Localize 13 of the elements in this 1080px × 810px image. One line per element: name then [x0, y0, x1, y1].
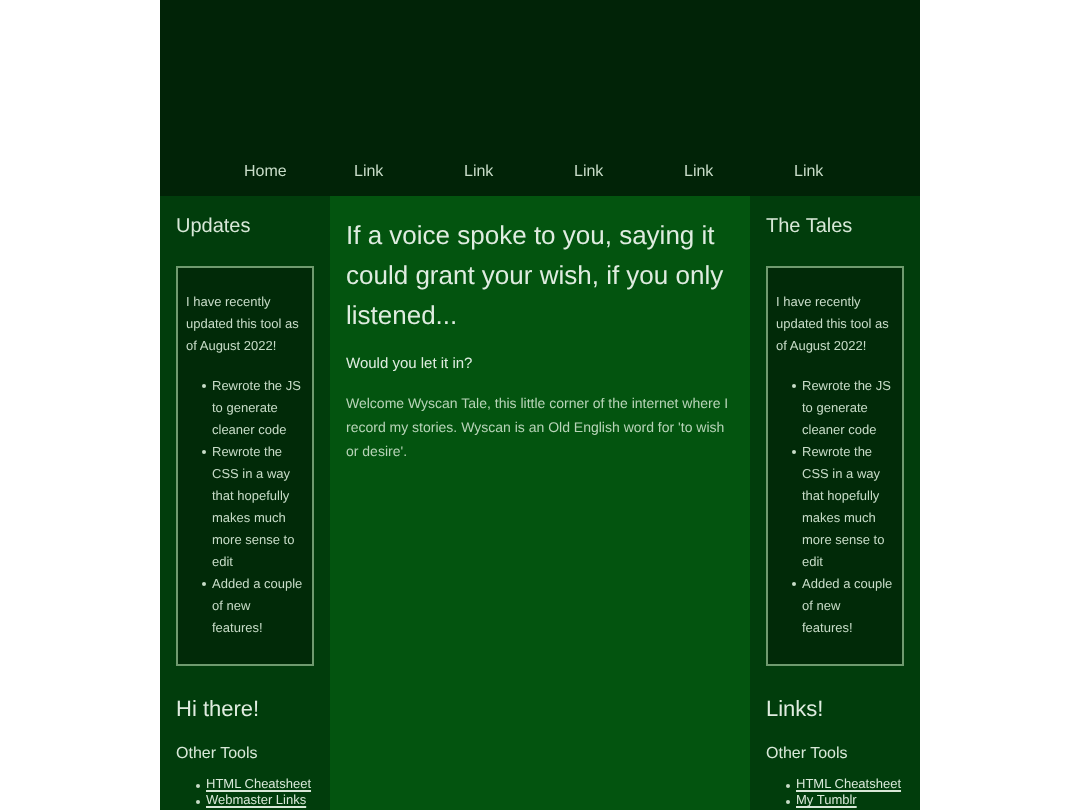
nav-link[interactable]: Link [684, 159, 794, 183]
nav-link[interactable]: Link [354, 159, 464, 183]
sidebar-heading: Hi there! [176, 695, 262, 725]
nav-link[interactable]: Home [244, 159, 354, 183]
nav-link[interactable]: Link [464, 159, 574, 183]
sidebar-subheading: Other Tools [766, 742, 850, 766]
sidebar-subheading: Other Tools [176, 742, 260, 766]
nav-link[interactable]: Link [794, 159, 904, 183]
sidebar-heading: Links! [766, 695, 826, 725]
nav-link[interactable]: Link [574, 159, 684, 183]
sidebar-title: Updates [176, 213, 253, 241]
sidebar-title: The Tales [766, 213, 855, 241]
main-heading: If a voice spoke to you, saying it could grant your wish, if you only listened... [346, 217, 726, 333]
